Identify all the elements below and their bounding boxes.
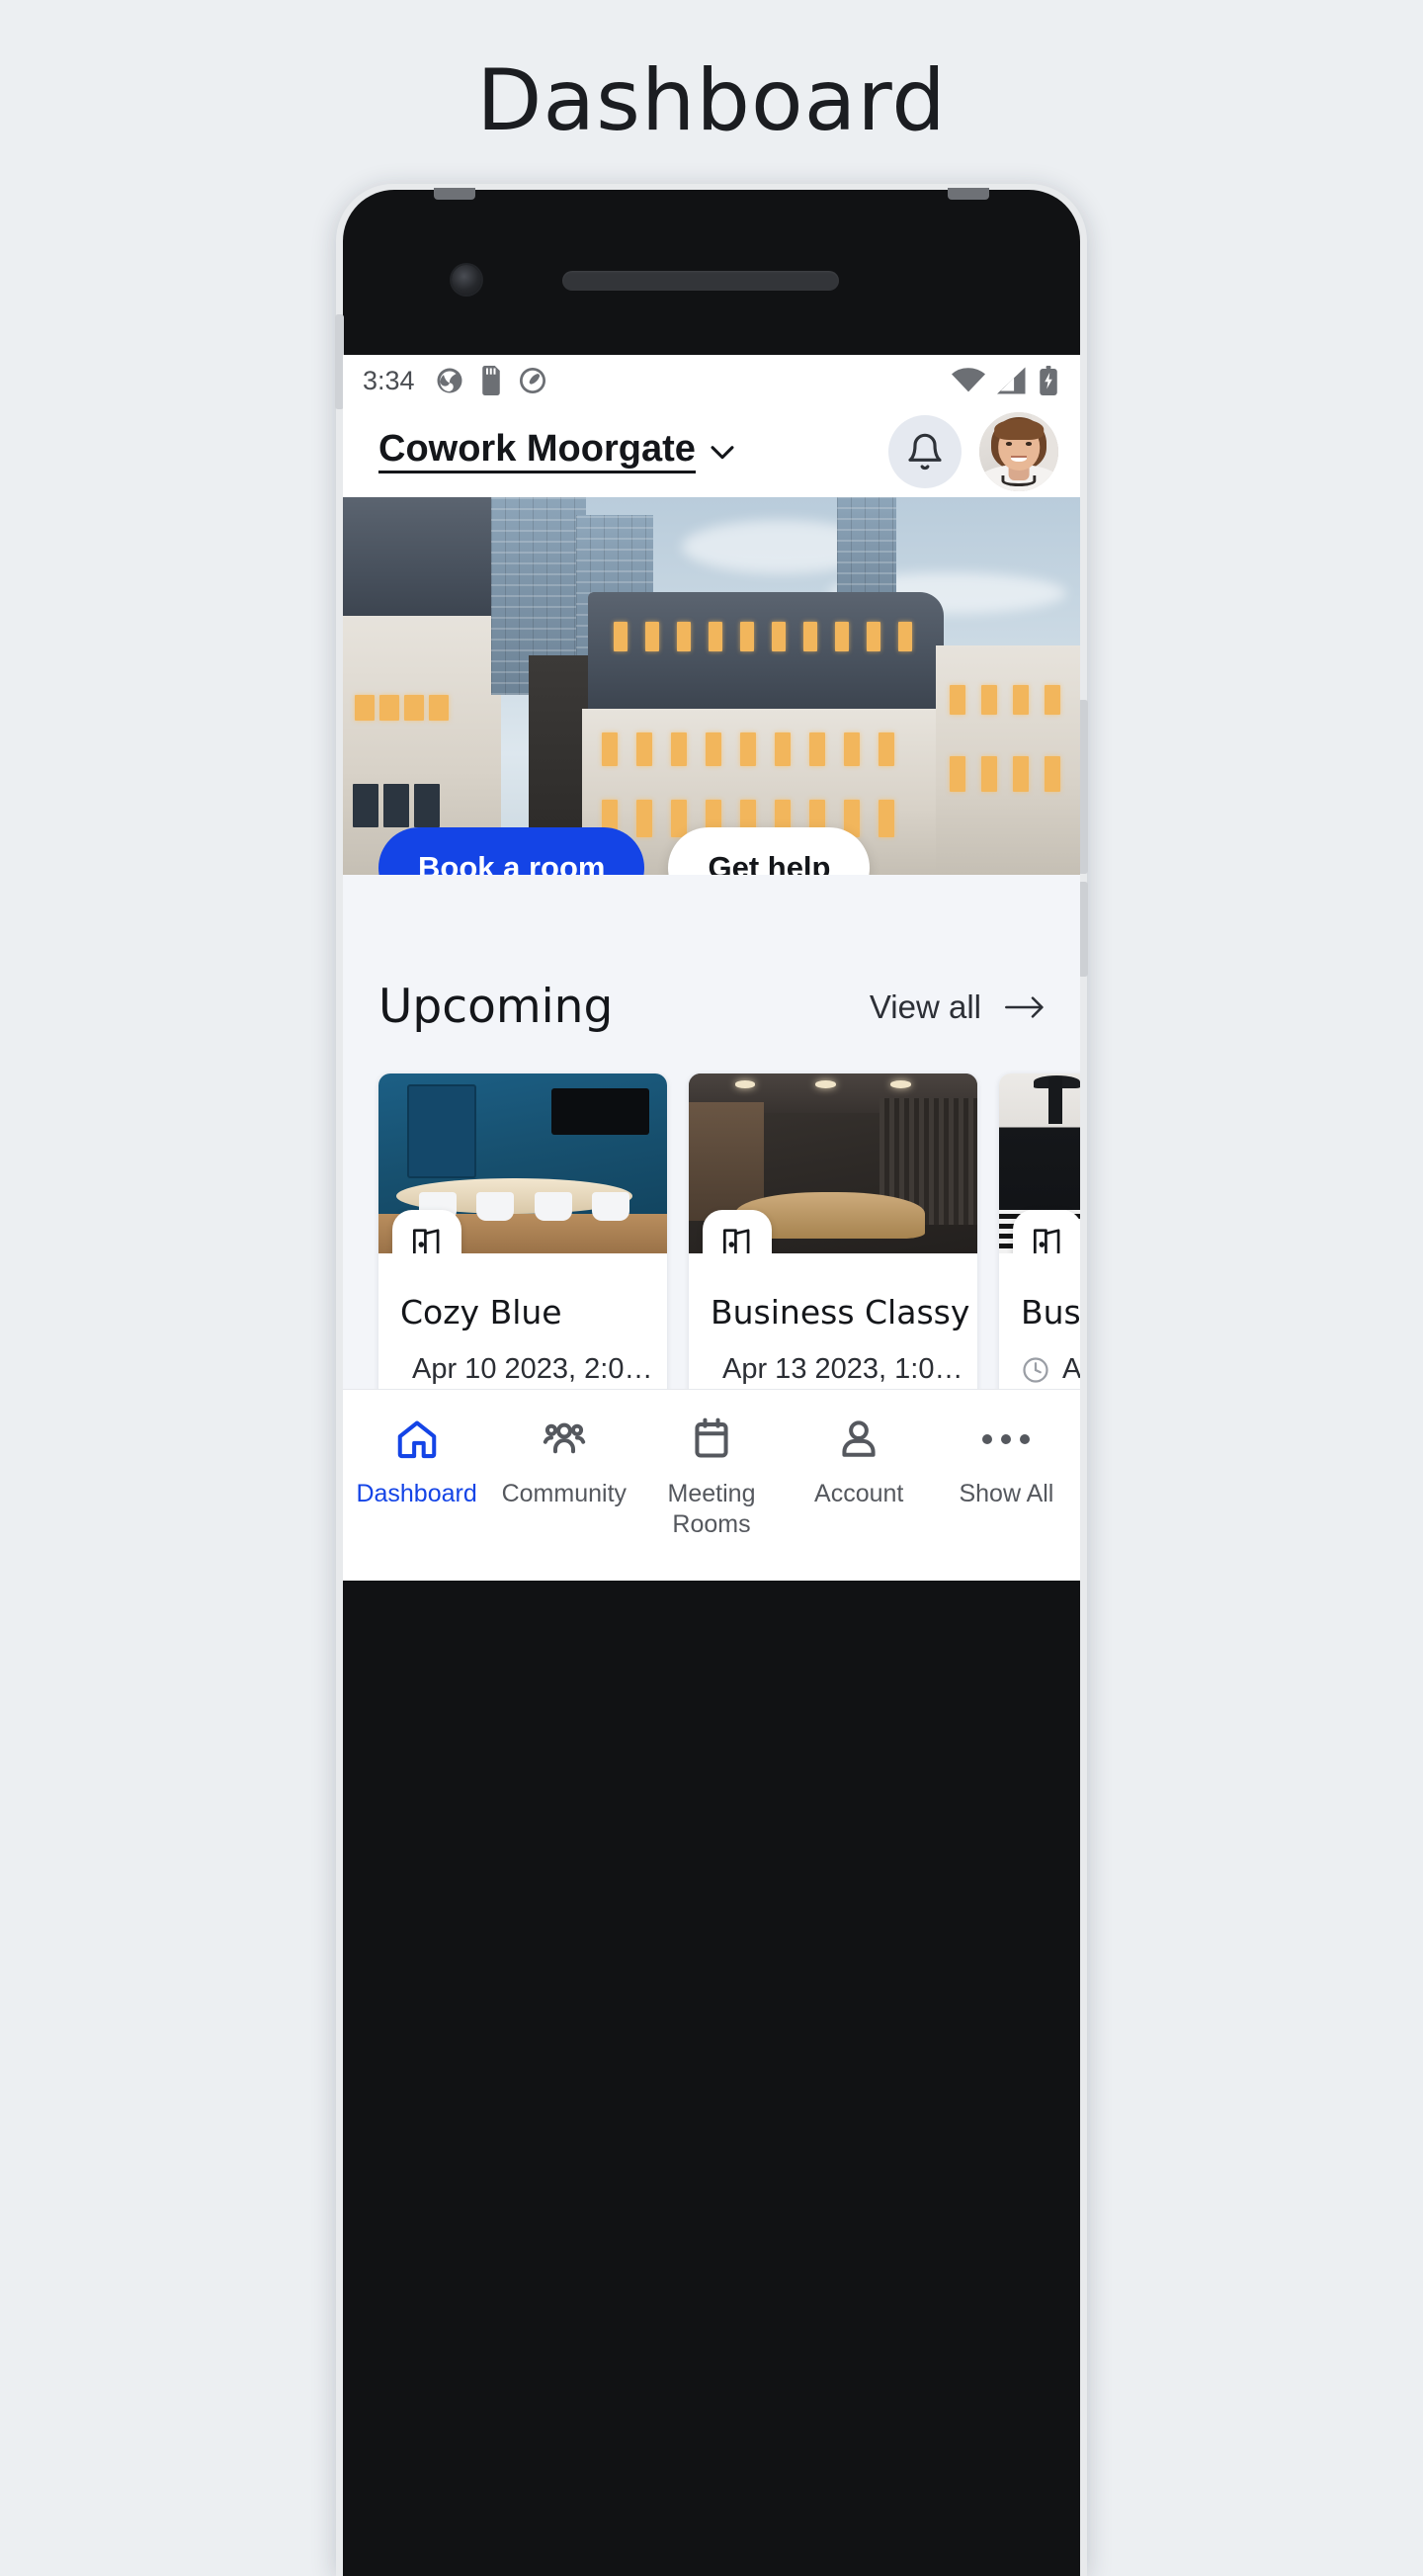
nav-item-dashboard[interactable]: Dashboard <box>343 1414 490 1509</box>
room-card-time-label: Apr 13 2023, 1:0… <box>722 1353 963 1385</box>
arrow-right-icon <box>1005 995 1044 1018</box>
notification-button[interactable] <box>888 415 962 488</box>
header-actions <box>888 412 1058 491</box>
phone-frame: 3:34 Cowork Moorgate Book a room Get hel… <box>335 184 1088 2576</box>
hero-action-buttons: Book a room Get help <box>378 827 871 875</box>
room-card-time-label: Apr 10 2023, 2:0… <box>412 1353 653 1385</box>
upcoming-section-header: Upcoming View all <box>343 950 1080 1034</box>
room-card-time: Apr 10 2023, 2:0… <box>400 1353 652 1386</box>
get-help-button[interactable]: Get help <box>668 827 871 875</box>
frame-nub-left <box>434 188 475 200</box>
hero-window-row <box>950 756 1060 792</box>
nav-label-account: Account <box>814 1480 904 1507</box>
nav-label-community: Community <box>501 1480 628 1507</box>
bottom-navigation: Dashboard Community Meeting Rooms Accoun… <box>343 1389 1080 1581</box>
bell-icon <box>908 433 942 471</box>
phone-screen: 3:34 Cowork Moorgate Book a room Get hel… <box>343 355 1080 1581</box>
location-selector[interactable]: Cowork Moorgate <box>378 429 739 474</box>
earpiece-speaker <box>562 271 839 291</box>
front-camera-icon <box>452 265 481 295</box>
hero-window-row <box>602 732 894 766</box>
room-card-image <box>999 1073 1080 1253</box>
nav-label-meeting-rooms: Meeting Rooms <box>667 1480 756 1538</box>
app-header: Cowork Moorgate <box>343 406 1080 497</box>
room-card-title: Business Classy <box>711 1293 970 1331</box>
hero-window-row <box>355 695 449 721</box>
avatar[interactable] <box>979 412 1058 491</box>
frame-nub-right <box>948 188 989 200</box>
book-a-room-button[interactable]: Book a room <box>378 827 645 875</box>
person-icon <box>836 1414 881 1465</box>
capture-icon <box>519 368 545 393</box>
sd-card-icon <box>481 366 500 395</box>
cellular-signal-icon <box>997 367 1026 394</box>
hero-dormer-row <box>614 622 912 651</box>
main-content: Upcoming View all Cozy Blue Apr 10 2023,… <box>343 875 1080 1581</box>
room-card-title: Bus <box>1021 1293 1080 1331</box>
avatar-eye-left <box>1006 442 1012 446</box>
status-right-icons <box>952 366 1058 395</box>
door-icon <box>703 1210 772 1253</box>
chevron-down-icon <box>711 446 734 460</box>
nav-item-meeting-rooms[interactable]: Meeting Rooms <box>637 1414 785 1539</box>
clock-icon <box>1023 1356 1048 1383</box>
hero-window-row <box>950 685 1060 715</box>
home-icon <box>394 1414 440 1465</box>
ellipsis-icon <box>982 1414 1031 1465</box>
door-icon <box>392 1210 461 1253</box>
hero-window-row <box>353 784 440 827</box>
room-card-time: Apr 13 2023, 1:0… <box>711 1353 963 1386</box>
room-card-image <box>689 1073 977 1253</box>
nav-item-show-all[interactable]: Show All <box>933 1414 1080 1509</box>
avatar-eye-right <box>1026 442 1032 446</box>
room-card-time: A <box>1021 1353 1080 1386</box>
phone-body: 3:34 Cowork Moorgate Book a room Get hel… <box>335 188 1088 2576</box>
wifi-icon <box>952 368 985 392</box>
upcoming-title: Upcoming <box>378 980 614 1034</box>
people-icon <box>542 1414 587 1465</box>
nav-item-account[interactable]: Account <box>786 1414 933 1509</box>
room-card-image <box>378 1073 667 1253</box>
status-time: 3:34 <box>363 365 415 395</box>
nav-item-community[interactable]: Community <box>490 1414 637 1509</box>
calendar-icon <box>689 1414 734 1465</box>
door-icon <box>1013 1210 1080 1253</box>
nav-label-show-all: Show All <box>959 1480 1054 1507</box>
room-card-title: Cozy Blue <box>400 1293 562 1331</box>
view-all-label: View all <box>869 987 981 1025</box>
avatar-fringe <box>994 419 1044 440</box>
view-all-button[interactable]: View all <box>870 988 1045 1026</box>
aperture-icon <box>437 368 462 393</box>
hero-main-roof <box>588 592 944 717</box>
battery-charging-icon <box>1040 366 1057 395</box>
location-name: Cowork Moorgate <box>378 429 696 474</box>
nav-label-dashboard: Dashboard <box>356 1480 477 1507</box>
page-title: Dashboard <box>476 51 947 150</box>
status-left-icons <box>435 366 547 395</box>
hero-building-left-roof <box>343 497 491 626</box>
status-bar: 3:34 <box>343 355 1080 406</box>
room-card-time-label: A <box>1062 1353 1080 1385</box>
hero-image: Book a room Get help <box>343 497 1080 875</box>
